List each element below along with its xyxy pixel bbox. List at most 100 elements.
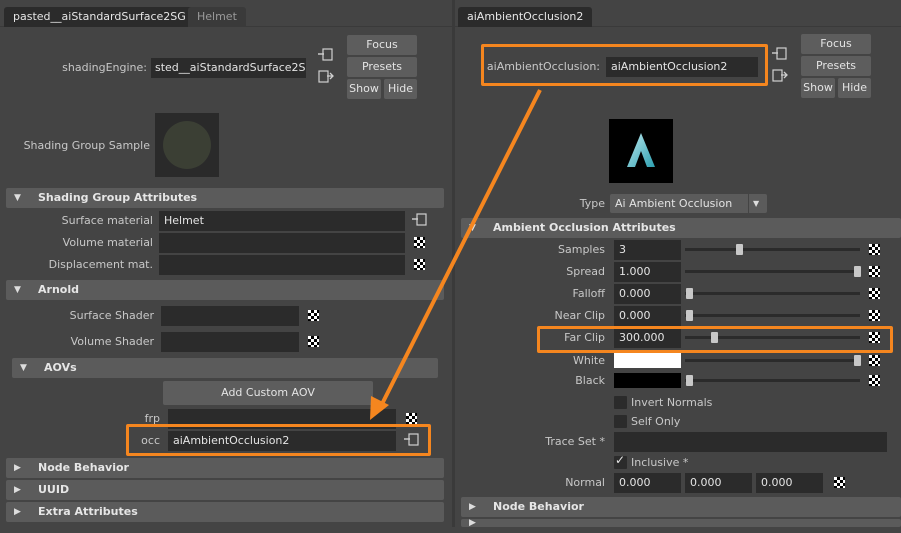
displacement-field[interactable]: [159, 255, 405, 275]
add-custom-aov-button[interactable]: Add Custom AOV: [163, 381, 373, 405]
tab-helmet[interactable]: Helmet: [188, 7, 246, 27]
spread-slider[interactable]: [685, 270, 860, 273]
invert-normals-checkbox[interactable]: [614, 396, 627, 409]
type-dropdown[interactable]: Ai Ambient Occlusion ▼: [610, 194, 767, 213]
inclusive-label: Inclusive *: [631, 456, 689, 469]
self-only-checkbox[interactable]: [614, 415, 627, 428]
sample-sphere: [163, 121, 211, 169]
section-node-behavior[interactable]: ▶ Node Behavior: [461, 497, 901, 517]
white-slider[interactable]: [685, 359, 860, 362]
map-button-icon[interactable]: [308, 310, 319, 321]
volume-shader-field[interactable]: [161, 332, 299, 352]
map-button-icon[interactable]: [869, 244, 880, 255]
section-node-behavior[interactable]: ▶ Node Behavior: [6, 458, 444, 478]
trace-set-field[interactable]: [614, 432, 887, 452]
samples-field[interactable]: 3: [614, 240, 681, 260]
surface-material-label: Surface material: [61, 214, 153, 227]
expand-icon: ▶: [14, 463, 21, 473]
show-button[interactable]: Show: [801, 78, 835, 98]
collapse-icon: ▼: [469, 223, 476, 233]
type-label: Type: [579, 197, 605, 210]
type-value: Ai Ambient Occlusion: [615, 197, 733, 210]
expand-icon: ▶: [14, 485, 21, 495]
focus-button[interactable]: Focus: [801, 34, 871, 54]
spread-slider-handle[interactable]: [854, 266, 861, 277]
occ-highlight: [126, 424, 431, 456]
section-title: Extra Attributes: [38, 505, 138, 518]
self-only-label: Self Only: [631, 415, 681, 428]
volume-material-label: Volume material: [62, 236, 153, 249]
section-extra-attributes[interactable]: ▶ Extra Attributes: [6, 502, 444, 522]
map-button-icon[interactable]: [414, 259, 425, 270]
right-attribute-editor: aiAmbientOcclusion2 aiAmbientOcclusion: …: [455, 0, 901, 528]
near-clip-slider[interactable]: [685, 314, 860, 317]
tab-shading-group[interactable]: pasted__aiStandardSurface2SG: [4, 7, 195, 27]
show-button[interactable]: Show: [347, 79, 381, 99]
near-clip-slider-handle[interactable]: [686, 310, 693, 321]
normal-x-field[interactable]: 0.000: [614, 473, 681, 493]
volume-shader-label: Volume Shader: [70, 335, 154, 348]
section-uuid-partial[interactable]: ▶: [461, 518, 901, 528]
surface-material-field[interactable]: Helmet: [159, 211, 405, 231]
white-slider-handle[interactable]: [854, 355, 861, 366]
falloff-slider[interactable]: [685, 292, 860, 295]
collapse-icon: ▼: [14, 285, 21, 295]
map-button-icon[interactable]: [414, 237, 425, 248]
tab-ambient-occlusion[interactable]: aiAmbientOcclusion2: [458, 7, 593, 27]
map-button-icon[interactable]: [869, 310, 880, 321]
map-button-icon[interactable]: [869, 288, 880, 299]
invert-normals-label: Invert Normals: [631, 396, 713, 409]
section-uuid[interactable]: ▶ UUID: [6, 480, 444, 500]
section-title: UUID: [38, 483, 70, 496]
surface-shader-field[interactable]: [161, 306, 299, 326]
map-button-icon[interactable]: [869, 375, 880, 386]
checkmark-icon: ✓: [615, 453, 626, 467]
normal-z-field[interactable]: 0.000: [756, 473, 823, 493]
output-connection-icon[interactable]: [772, 69, 788, 83]
hide-button[interactable]: Hide: [384, 79, 417, 99]
trace-set-label: Trace Set *: [545, 435, 605, 448]
spread-label: Spread: [566, 265, 605, 278]
samples-slider[interactable]: [685, 248, 860, 251]
presets-button[interactable]: Presets: [801, 56, 871, 76]
input-connection-icon[interactable]: [772, 47, 788, 61]
section-aovs[interactable]: ▼ AOVs: [12, 358, 438, 378]
volume-material-field[interactable]: [159, 233, 405, 253]
samples-slider-handle[interactable]: [736, 244, 743, 255]
section-title: Node Behavior: [38, 461, 129, 474]
far-clip-highlight: [537, 326, 893, 353]
normal-y-field[interactable]: 0.000: [685, 473, 752, 493]
white-color-swatch[interactable]: [614, 353, 681, 368]
input-connection-icon[interactable]: [318, 48, 334, 62]
output-connection-icon[interactable]: [318, 70, 334, 84]
falloff-slider-handle[interactable]: [686, 288, 693, 299]
shading-engine-field[interactable]: sted__aiStandardSurface2SG: [151, 58, 306, 78]
map-button-icon[interactable]: [869, 355, 880, 366]
map-button-icon[interactable]: [834, 477, 845, 488]
black-slider-handle[interactable]: [686, 375, 693, 386]
hide-button[interactable]: Hide: [838, 78, 871, 98]
map-button-icon[interactable]: [869, 266, 880, 277]
near-clip-field[interactable]: 0.000: [614, 306, 681, 326]
inclusive-checkbox[interactable]: ✓: [614, 453, 627, 469]
presets-button[interactable]: Presets: [347, 57, 417, 77]
material-output-connection-icon[interactable]: [412, 213, 428, 227]
section-title: Arnold: [38, 283, 79, 296]
map-button-icon[interactable]: [406, 413, 417, 424]
black-label: Black: [575, 374, 605, 387]
black-color-swatch[interactable]: [614, 373, 681, 388]
surface-shader-label: Surface Shader: [69, 309, 154, 322]
arnold-logo-icon: [609, 119, 673, 183]
spread-field[interactable]: 1.000: [614, 262, 681, 282]
section-shading-group-attributes[interactable]: ▼ Shading Group Attributes: [6, 188, 444, 208]
collapse-icon: ▼: [14, 193, 21, 203]
black-slider[interactable]: [685, 379, 860, 382]
chevron-down-icon: ▼: [753, 199, 760, 208]
falloff-field[interactable]: 0.000: [614, 284, 681, 304]
section-arnold[interactable]: ▼ Arnold: [6, 280, 444, 300]
focus-button[interactable]: Focus: [347, 35, 417, 55]
shading-group-sample-label: Shading Group Sample: [23, 139, 150, 152]
section-ambient-occlusion-attributes[interactable]: ▼ Ambient Occlusion Attributes: [461, 218, 901, 238]
map-button-icon[interactable]: [308, 336, 319, 347]
section-title: Ambient Occlusion Attributes: [493, 221, 676, 234]
